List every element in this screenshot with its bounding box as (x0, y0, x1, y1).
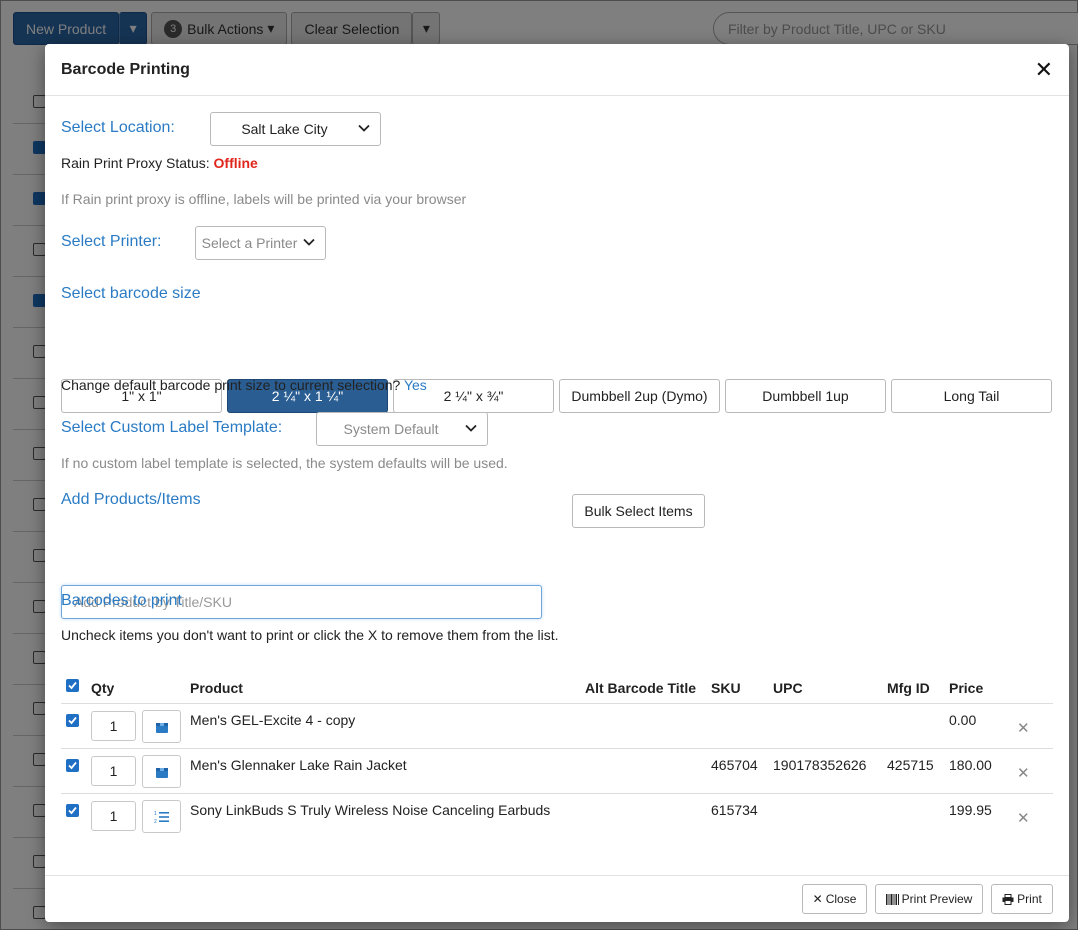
barcode-size-label: Select barcode size (61, 285, 201, 302)
location-select-value: Salt Lake City (241, 121, 328, 137)
box-icon (155, 767, 168, 778)
box-icon-button[interactable] (142, 710, 181, 743)
close-icon[interactable]: ✕ (1035, 58, 1053, 81)
check-icon (68, 806, 77, 815)
custom-template-label: Select Custom Label Template: (61, 419, 283, 436)
table-row: 1 1 2 Sony LinkBuds S Truly Wireless Noi… (61, 794, 1053, 839)
table-row: 1 Men's Glennaker Lake Rain Jacket 46570… (61, 749, 1053, 794)
location-label: Select Location: (61, 119, 175, 136)
proxy-hint: If Rain print proxy is offline, labels w… (61, 191, 467, 207)
row-mfg-id: 425715 (887, 757, 934, 773)
printer-select-placeholder: Select a Printer (201, 235, 298, 251)
numbered-list-icon-button[interactable]: 1 2 (142, 800, 181, 833)
header-price: Price (949, 680, 984, 696)
svg-text:2: 2 (154, 819, 157, 824)
close-button[interactable]: ✕ Close (802, 884, 867, 914)
row-sku: 465704 (711, 757, 758, 773)
change-default-text: Change default barcode print size to cur… (61, 377, 401, 393)
chevron-down-icon (465, 424, 477, 432)
row-price: 199.95 (949, 802, 992, 818)
chevron-down-icon (358, 124, 370, 132)
row-product: Men's GEL-Excite 4 - copy (190, 712, 356, 728)
proxy-status-value: Offline (213, 155, 258, 171)
table-row: 1 Men's GEL-Excite 4 - copy 0.00 ✕ (61, 704, 1053, 749)
print-preview-button[interactable]: Print Preview (875, 884, 983, 914)
row-sku: 615734 (711, 802, 758, 818)
custom-template-select[interactable]: System Default (316, 412, 488, 446)
remove-row-icon[interactable]: ✕ (1017, 719, 1030, 737)
modal-title: Barcode Printing (61, 60, 190, 78)
size-button-dumbbell-1up[interactable]: Dumbbell 1up (725, 379, 886, 413)
modal-footer: ✕ Close Print Preview Print (45, 875, 1069, 922)
box-icon (155, 722, 168, 733)
barcodes-instructions: Uncheck items you don't want to print or… (61, 627, 559, 643)
row-checkbox[interactable] (66, 714, 79, 727)
printer-label: Select Printer: (61, 233, 162, 250)
check-icon (68, 761, 77, 770)
header-qty: Qty (91, 680, 115, 696)
size-button-long-tail[interactable]: Long Tail (891, 379, 1052, 413)
printer-select[interactable]: Select a Printer (195, 226, 326, 260)
table-header: Qty Product Alt Barcode Title SKU UPC Mf… (61, 672, 1053, 704)
row-price: 0.00 (949, 712, 977, 728)
custom-template-value: System Default (343, 421, 439, 437)
add-products-label: Add Products/Items (61, 491, 201, 508)
row-checkbox[interactable] (66, 804, 79, 817)
barcode-printing-modal: Barcode Printing ✕ Select Location: Salt… (45, 44, 1069, 922)
bulk-select-items-button[interactable]: Bulk Select Items (572, 494, 705, 528)
remove-row-icon[interactable]: ✕ (1017, 809, 1030, 827)
print-preview-label: Print Preview (901, 892, 973, 906)
close-button-label: Close (825, 892, 857, 906)
box-icon-button[interactable] (142, 755, 181, 788)
qty-input[interactable]: 1 (91, 756, 136, 786)
print-button[interactable]: Print (991, 884, 1053, 914)
row-product: Sony LinkBuds S Truly Wireless Noise Can… (190, 802, 551, 818)
close-icon: ✕ (812, 892, 823, 906)
row-checkbox[interactable] (66, 759, 79, 772)
header-product: Product (190, 680, 243, 696)
printer-icon (1002, 893, 1014, 905)
size-button-dumbbell-2up[interactable]: Dumbbell 2up (Dymo) (559, 379, 720, 413)
modal-header: Barcode Printing ✕ (45, 44, 1069, 96)
row-price: 180.00 (949, 757, 992, 773)
qty-input[interactable]: 1 (91, 801, 136, 831)
change-default-yes-link[interactable]: Yes (404, 377, 427, 393)
barcodes-table: Qty Product Alt Barcode Title SKU UPC Mf… (61, 672, 1053, 839)
header-sku: SKU (711, 680, 741, 696)
select-all-barcodes-checkbox[interactable] (66, 679, 79, 692)
proxy-status: Rain Print Proxy Status: Offline (61, 155, 258, 171)
row-upc: 190178352626 (773, 757, 867, 773)
chevron-down-icon (303, 238, 315, 246)
check-icon (68, 716, 77, 725)
header-alt-barcode-title: Alt Barcode Title (585, 680, 696, 696)
numbered-list-icon: 1 2 (154, 811, 169, 824)
svg-text:1: 1 (154, 811, 157, 817)
print-label: Print (1017, 892, 1042, 906)
header-upc: UPC (773, 680, 803, 696)
check-icon (68, 681, 77, 690)
custom-template-hint: If no custom label template is selected,… (61, 455, 508, 471)
remove-row-icon[interactable]: ✕ (1017, 764, 1030, 782)
header-mfg-id: Mfg ID (887, 680, 930, 696)
change-default-prompt: Change default barcode print size to cur… (61, 377, 427, 393)
proxy-status-label: Rain Print Proxy Status: (61, 155, 210, 171)
row-product: Men's Glennaker Lake Rain Jacket (190, 757, 407, 773)
barcodes-to-print-label: Barcodes to print (61, 592, 182, 609)
barcode-icon (885, 893, 899, 905)
qty-input[interactable]: 1 (91, 711, 136, 741)
location-select[interactable]: Salt Lake City (210, 112, 381, 146)
